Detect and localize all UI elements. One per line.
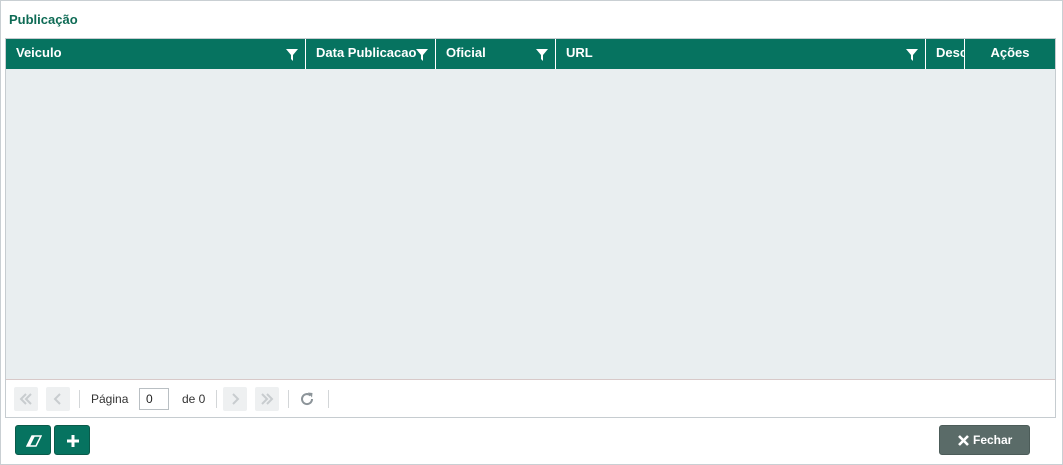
last-page-button[interactable]	[255, 387, 279, 411]
chevron-right-icon	[232, 393, 240, 405]
close-icon	[958, 435, 969, 446]
column-header-acoes: Ações	[965, 39, 1055, 69]
column-label-acoes: Ações	[990, 45, 1030, 60]
clear-button[interactable]	[15, 425, 51, 455]
pager-separator	[328, 390, 329, 408]
previous-page-button[interactable]	[46, 387, 70, 411]
filter-icon[interactable]	[416, 49, 428, 61]
filter-icon[interactable]	[286, 49, 298, 61]
close-button[interactable]: Fechar	[939, 425, 1030, 455]
page-label: Página	[91, 392, 129, 406]
double-chevron-right-icon	[261, 393, 274, 405]
grid-header: Veiculo Data Publicacao Oficial URL Desc…	[6, 39, 1055, 69]
eraser-icon	[26, 435, 42, 447]
column-header-oficial[interactable]: Oficial	[436, 39, 556, 69]
plus-icon	[67, 435, 79, 447]
pager-separator	[216, 390, 217, 408]
chevron-left-icon	[53, 393, 61, 405]
grid-body-empty	[6, 69, 1055, 379]
pager-separator	[288, 390, 289, 408]
pagination-toolbar: Página de 0	[6, 379, 1055, 417]
next-page-button[interactable]	[223, 387, 247, 411]
column-label-desc: Desc	[936, 45, 965, 60]
column-label-oficial: Oficial	[446, 45, 486, 60]
double-chevron-left-icon	[19, 393, 32, 405]
page-number-input[interactable]	[139, 388, 169, 410]
publicacao-window: Publicação Veiculo Data Publicacao Ofici…	[0, 0, 1063, 465]
column-header-data-publicacao[interactable]: Data Publicacao	[306, 39, 436, 69]
column-header-veiculo[interactable]: Veiculo	[6, 39, 306, 69]
page-count-label: de 0	[182, 392, 206, 406]
column-label-url: URL	[566, 45, 593, 60]
column-header-desc[interactable]: Desc	[926, 39, 965, 69]
pager-separator	[79, 390, 80, 408]
filter-icon[interactable]	[906, 49, 918, 61]
column-label-veiculo: Veiculo	[16, 45, 62, 60]
refresh-icon[interactable]	[298, 390, 316, 408]
filter-icon[interactable]	[536, 49, 548, 61]
window-title: Publicação	[9, 12, 78, 27]
add-button[interactable]	[54, 425, 90, 455]
publicacao-grid: Veiculo Data Publicacao Oficial URL Desc…	[5, 38, 1056, 418]
close-button-label: Fechar	[973, 433, 1013, 447]
column-header-url[interactable]: URL	[556, 39, 926, 69]
first-page-button[interactable]	[14, 387, 38, 411]
column-label-data-publicacao: Data Publicacao	[316, 45, 417, 60]
